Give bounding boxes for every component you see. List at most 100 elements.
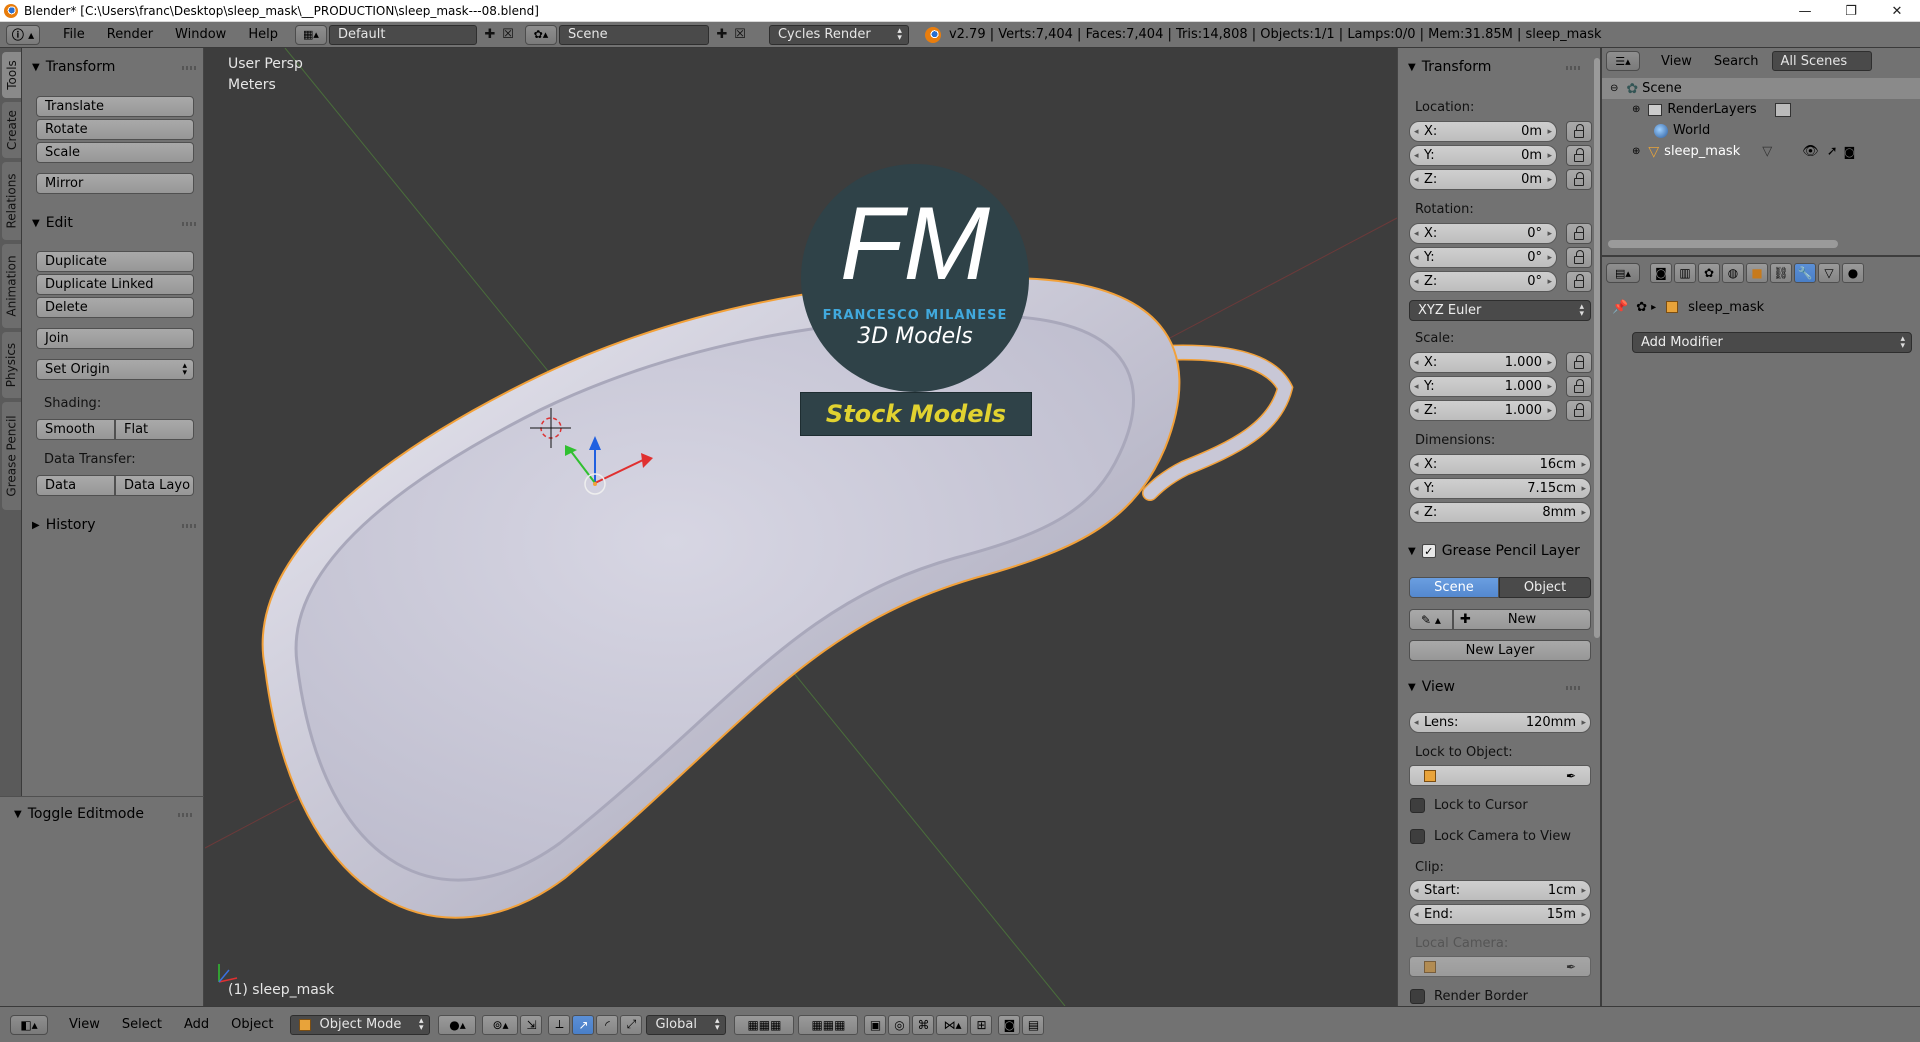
duplicate-linked-button[interactable]: Duplicate Linked (36, 274, 194, 295)
render-layers-tab-icon[interactable]: ▥ (1674, 263, 1696, 283)
drag-grip-icon[interactable] (182, 66, 196, 70)
scene-field[interactable]: Scene (558, 24, 709, 45)
outliner-menu-search[interactable]: Search (1703, 54, 1770, 69)
interaction-mode-dropdown[interactable]: Object Mode ▴ ▾ (290, 1014, 431, 1035)
data-transfer-button[interactable]: Data (36, 475, 115, 496)
tab-create[interactable]: Create (2, 102, 21, 158)
drag-grip-icon[interactable] (1566, 686, 1580, 690)
modifiers-wrench-tab-icon[interactable]: 🔧 (1794, 263, 1816, 283)
rotation-y-field[interactable]: Y:0° (1409, 247, 1557, 268)
grease-pencil-object-toggle[interactable]: Object (1499, 577, 1591, 598)
drag-grip-icon[interactable] (182, 524, 196, 528)
rotation-x-field[interactable]: X:0° (1409, 223, 1557, 244)
add-scene-icon[interactable]: ✚ (713, 26, 731, 44)
outliner-display-mode-dropdown[interactable]: All Scenes (1771, 51, 1872, 71)
drag-grip-icon[interactable] (182, 222, 196, 226)
screen-layout-browse-button[interactable]: ▦▴ (294, 24, 327, 45)
expand-icon[interactable]: ⊕ (1632, 104, 1640, 115)
lock-location-x-button[interactable] (1566, 121, 1592, 142)
rotation-mode-dropdown[interactable]: XYZ Euler ▴ ▾ (1409, 300, 1591, 321)
location-z-field[interactable]: Z:0m (1409, 169, 1557, 190)
shading-flat-button[interactable]: Flat (115, 419, 194, 440)
add-modifier-dropdown[interactable]: Add Modifier ▴ ▾ (1632, 332, 1912, 353)
edit-panel-header[interactable]: ▼ Edit (22, 212, 204, 234)
layers-grid-a-icon[interactable]: ▦▦▦ (734, 1014, 795, 1035)
location-x-field[interactable]: X:0m (1409, 121, 1557, 142)
3d-menu-view[interactable]: View (58, 1017, 111, 1032)
clip-start-field[interactable]: Start:1cm (1409, 880, 1591, 901)
render-engine-dropdown[interactable]: Cycles Render ▴ ▾ (768, 24, 909, 45)
maximize-button[interactable]: ❐ (1828, 0, 1874, 22)
snap-target-icon[interactable]: ⊞ (970, 1014, 993, 1035)
outliner-editor-type-button[interactable]: ☰▴ (1606, 51, 1640, 71)
lock-scale-y-button[interactable] (1566, 376, 1592, 397)
viewport-shading-button[interactable]: ●▴ (438, 1014, 477, 1035)
close-button[interactable]: ✕ (1874, 0, 1920, 22)
minimize-button[interactable]: — (1782, 0, 1828, 22)
eyedropper-icon[interactable]: ✒ (1566, 960, 1576, 974)
outliner-menu-view[interactable]: View (1650, 54, 1703, 69)
data-layout-transfer-button[interactable]: Data Layo (115, 475, 194, 496)
tree-row-renderlayers[interactable]: ⊕ RenderLayers (1602, 99, 1920, 120)
render-border-checkbox[interactable] (1410, 989, 1425, 1004)
local-camera-field[interactable]: ✒ (1409, 956, 1591, 977)
3d-menu-object[interactable]: Object (220, 1017, 284, 1032)
lens-field[interactable]: Lens:120mm (1409, 712, 1591, 733)
dimensions-x-field[interactable]: X:16cm (1409, 454, 1591, 475)
snap-toggle-icon[interactable]: ⌘ (912, 1014, 935, 1035)
tab-physics[interactable]: Physics (2, 332, 21, 398)
3d-menu-add[interactable]: Add (173, 1017, 220, 1032)
lock-to-object-field[interactable]: ✒ (1409, 765, 1591, 786)
opengl-render-image-icon[interactable]: ◙ (998, 1014, 1021, 1035)
selectability-cursor-icon[interactable]: ➚ (1827, 144, 1838, 159)
opengl-render-animation-icon[interactable]: ▤ (1022, 1014, 1045, 1035)
properties-editor-type-button[interactable]: ▤▴ (1606, 263, 1640, 283)
lock-location-z-button[interactable] (1566, 169, 1592, 190)
rotation-z-field[interactable]: Z:0° (1409, 271, 1557, 292)
scene-browse-button[interactable]: ✿▴ (524, 24, 557, 45)
delete-button[interactable]: Delete (36, 297, 194, 318)
clip-end-field[interactable]: End:15m (1409, 904, 1591, 925)
dimensions-y-field[interactable]: Y:7.15cm (1409, 478, 1591, 499)
scale-button[interactable]: Scale (36, 142, 194, 163)
translate-manipulator-icon[interactable]: ↗ (572, 1014, 595, 1035)
object-tab-icon[interactable]: ■ (1746, 263, 1768, 283)
grease-pencil-panel-header[interactable]: ▼ ✓ Grease Pencil Layer (1398, 540, 1598, 562)
3d-view-editor-type-button[interactable]: ◧▴ (10, 1014, 48, 1035)
lock-to-cursor-checkbox[interactable] (1410, 798, 1425, 813)
n-transform-panel-header[interactable]: ▼ Transform (1398, 56, 1588, 78)
dimensions-z-field[interactable]: Z:8mm (1409, 502, 1591, 523)
lock-location-y-button[interactable] (1566, 145, 1592, 166)
lock-camera-checkbox[interactable] (1410, 829, 1425, 844)
menu-render[interactable]: Render (96, 27, 164, 42)
lock-rotation-z-button[interactable] (1566, 271, 1592, 292)
transform-panel-header[interactable]: ▼ Transform (22, 56, 204, 78)
toggle-editmode-panel-header[interactable]: ▼ Toggle Editmode (4, 803, 200, 825)
new-layer-button[interactable]: New Layer (1409, 640, 1591, 661)
manipulator-axes-icon[interactable]: ⟂ (548, 1014, 571, 1035)
menu-file[interactable]: File (52, 27, 96, 42)
lock-layers-icon[interactable]: ▣ (864, 1014, 887, 1035)
collapse-icon[interactable]: ⊖ (1610, 83, 1618, 94)
3d-menu-select[interactable]: Select (111, 1017, 173, 1032)
screen-layout-field[interactable]: Default (328, 24, 477, 45)
3d-viewport[interactable]: User Persp Meters (1) sleep_mask FM FRAN… (205, 48, 1397, 1006)
add-layout-icon[interactable]: ✚ (481, 26, 499, 44)
transform-orientation-dropdown[interactable]: Global ▴ ▾ (646, 1014, 727, 1035)
outliner-horizontal-scrollbar[interactable] (1608, 240, 1838, 248)
grease-pencil-enable-checkbox[interactable]: ✓ (1421, 544, 1436, 558)
delete-layout-icon[interactable]: ☒ (499, 26, 517, 44)
drag-grip-icon[interactable] (178, 813, 192, 817)
translate-button[interactable]: Translate (36, 96, 194, 117)
menu-help[interactable]: Help (237, 27, 289, 42)
visibility-eye-icon[interactable]: 👁 (1802, 144, 1819, 159)
history-panel-header[interactable]: ▶ History (22, 514, 204, 536)
data-tab-icon[interactable]: ▽ (1818, 263, 1840, 283)
pivot-point-button[interactable]: ⊚▴ (482, 1014, 519, 1035)
mirror-button[interactable]: Mirror (36, 173, 194, 194)
renderability-camera-icon[interactable]: ◙ (1844, 145, 1856, 159)
set-origin-dropdown[interactable]: Set Origin ▴ ▾ (36, 359, 194, 380)
grease-pencil-browse-button[interactable]: ✎ ▴ (1409, 609, 1453, 630)
manipulator-toggle-icon[interactable]: ⇲ (520, 1014, 543, 1035)
tab-grease-pencil[interactable]: Grease Pencil (2, 402, 21, 510)
